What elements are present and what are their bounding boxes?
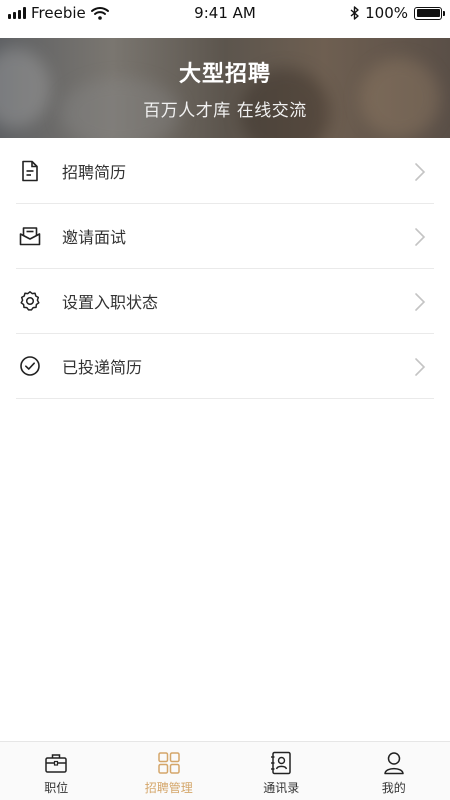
user-icon (382, 751, 406, 775)
tab-contacts[interactable]: 通讯录 (225, 742, 338, 800)
menu-item-invite-interview[interactable]: 邀请面试 (16, 204, 434, 269)
chevron-right-icon (415, 358, 426, 376)
bluetooth-icon (350, 6, 359, 20)
status-right: 100% (350, 4, 445, 22)
menu-list: 招聘简历 邀请面试 设置入职状态 已投递简历 (0, 139, 450, 399)
menu-item-onboarding-status[interactable]: 设置入职状态 (16, 269, 434, 334)
bottom-tab-bar: 职位 招聘管理 通讯录 我的 (0, 741, 450, 800)
menu-item-label: 已投递简历 (62, 358, 143, 377)
briefcase-icon (44, 751, 68, 775)
battery-icon (414, 6, 445, 20)
battery-percent: 100% (365, 4, 408, 22)
menu-item-label: 设置入职状态 (62, 293, 159, 312)
settings-icon (17, 288, 43, 314)
tab-jobs[interactable]: 职位 (0, 742, 113, 800)
chevron-right-icon (415, 163, 426, 181)
tab-label: 我的 (381, 781, 406, 795)
menu-item-submitted-resumes[interactable]: 已投递简历 (16, 334, 434, 399)
menu-item-label: 招聘简历 (62, 163, 127, 182)
menu-item-resumes[interactable]: 招聘简历 (16, 139, 434, 204)
tab-label: 职位 (44, 781, 69, 795)
resume-icon (17, 158, 43, 184)
chevron-right-icon (415, 293, 426, 311)
tab-label: 通讯录 (263, 781, 300, 795)
check-circle-icon (17, 353, 43, 379)
status-bar: Freebie 9:41 AM 100% (0, 0, 450, 26)
tab-label: 招聘管理 (144, 781, 193, 795)
page-title: 大型招聘 (178, 62, 271, 87)
grid-icon (157, 751, 181, 775)
chevron-right-icon (415, 228, 426, 246)
menu-item-label: 邀请面试 (62, 228, 127, 247)
envelope-icon (17, 223, 43, 249)
contacts-icon (269, 751, 293, 775)
page-subtitle: 百万人才库 在线交流 (143, 101, 307, 121)
tab-recruitment-management[interactable]: 招聘管理 (113, 742, 226, 800)
tab-me[interactable]: 我的 (338, 742, 450, 800)
header-banner: 大型招聘 百万人才库 在线交流 (0, 38, 450, 138)
battery-fill (416, 9, 440, 17)
